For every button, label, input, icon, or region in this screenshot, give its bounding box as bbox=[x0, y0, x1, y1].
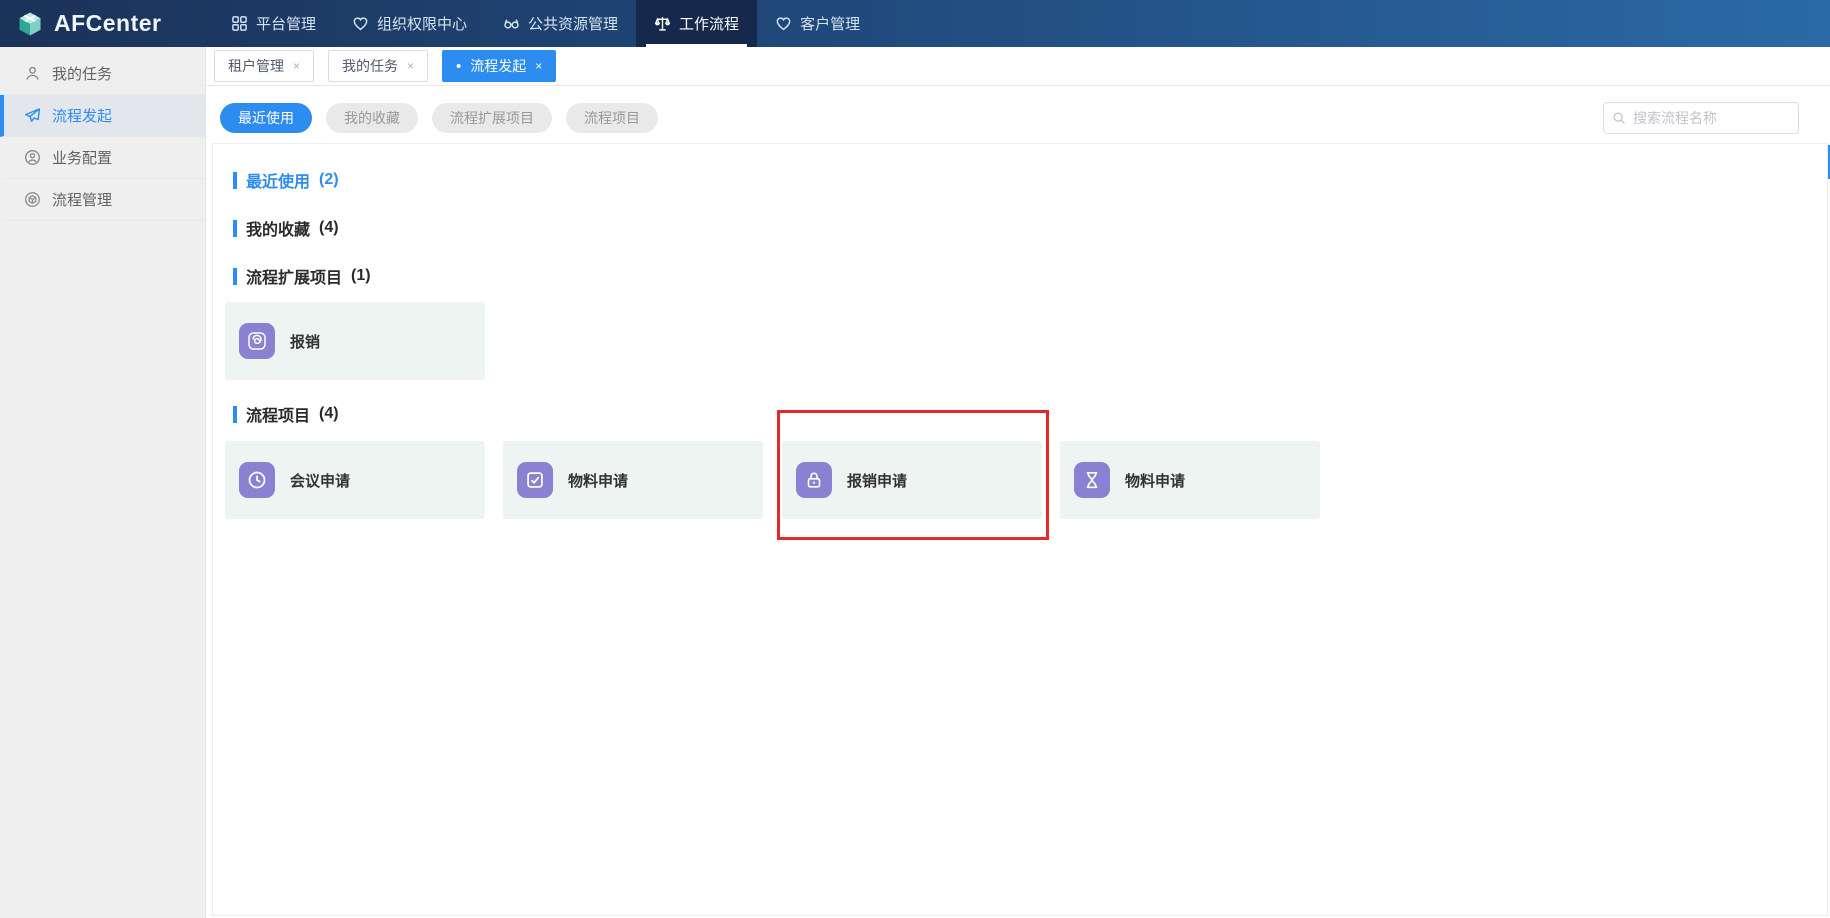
process-card-label: 会议申请 bbox=[290, 470, 350, 491]
section-header-projects: 流程项目 (4) bbox=[233, 402, 339, 426]
clock-icon bbox=[239, 462, 275, 498]
section-count: (2) bbox=[319, 171, 339, 189]
sidebar-item-process-initiate[interactable]: 流程发起 bbox=[0, 95, 205, 137]
nav-item-public-resource[interactable]: 公共资源管理 bbox=[485, 0, 636, 47]
search-box bbox=[1603, 102, 1799, 134]
sidebar: 我的任务 流程发起 业务配置 流程管理 bbox=[0, 47, 206, 918]
filter-projects[interactable]: 流程项目 bbox=[566, 103, 658, 133]
spiral-chat-icon bbox=[239, 323, 275, 359]
tab-label: 流程发起 bbox=[470, 56, 526, 76]
app-grid-icon bbox=[231, 15, 248, 32]
section-count: (4) bbox=[319, 405, 339, 423]
process-card-baoxiao[interactable]: 报销 bbox=[225, 302, 485, 380]
user-circle-icon bbox=[24, 149, 41, 166]
sidebar-item-process-manage[interactable]: 流程管理 bbox=[0, 179, 205, 221]
process-card-material-apply-2[interactable]: 物料申请 bbox=[1060, 441, 1320, 519]
nav-label: 组织权限中心 bbox=[377, 13, 467, 34]
nav-label: 平台管理 bbox=[256, 13, 316, 34]
active-dot: • bbox=[456, 59, 461, 74]
nav-label: 公共资源管理 bbox=[528, 13, 618, 34]
close-icon[interactable]: × bbox=[535, 59, 542, 73]
heart-icon bbox=[775, 15, 792, 32]
sidebar-item-label: 流程管理 bbox=[52, 189, 112, 210]
filter-label: 我的收藏 bbox=[344, 108, 400, 128]
section-count: (1) bbox=[351, 267, 371, 285]
scales-icon bbox=[654, 15, 671, 32]
tab-my-tasks[interactable]: 我的任务 × bbox=[328, 50, 428, 82]
section-count: (4) bbox=[319, 219, 339, 237]
process-card-reimburse-apply[interactable]: 报销申请 bbox=[782, 441, 1042, 519]
filter-label: 最近使用 bbox=[238, 108, 294, 128]
hourglass-icon bbox=[1074, 462, 1110, 498]
tab-label: 我的任务 bbox=[342, 56, 398, 76]
filter-recent[interactable]: 最近使用 bbox=[220, 103, 312, 133]
sidebar-item-label: 我的任务 bbox=[52, 63, 112, 84]
user-icon bbox=[24, 65, 41, 82]
section-bar bbox=[233, 406, 237, 423]
process-card-label: 报销申请 bbox=[847, 470, 907, 491]
nav-item-platform[interactable]: 平台管理 bbox=[213, 0, 334, 47]
app-logo[interactable]: AFCenter bbox=[0, 0, 195, 47]
process-card-label: 物料申请 bbox=[568, 470, 628, 491]
section-title: 流程项目 bbox=[246, 402, 310, 426]
close-icon[interactable]: × bbox=[293, 59, 300, 73]
search-icon bbox=[1612, 111, 1626, 125]
process-sections-panel: 最近使用 (2) 我的收藏 (4) 流程扩展项目 (1) 报销 流程 bbox=[212, 143, 1828, 916]
nav-item-org-permission[interactable]: 组织权限中心 bbox=[334, 0, 485, 47]
nav-item-customer[interactable]: 客户管理 bbox=[757, 0, 878, 47]
filter-label: 流程项目 bbox=[584, 108, 640, 128]
glasses-icon bbox=[503, 15, 520, 32]
process-card-label: 报销 bbox=[290, 331, 320, 352]
top-nav-menu: 平台管理 组织权限中心 公共资源管理 bbox=[213, 0, 878, 47]
process-card-label: 物料申请 bbox=[1125, 470, 1185, 491]
nav-label: 客户管理 bbox=[800, 13, 860, 34]
tab-label: 租户管理 bbox=[228, 56, 284, 76]
filter-label: 流程扩展项目 bbox=[450, 108, 534, 128]
section-header-favorites: 我的收藏 (4) bbox=[233, 216, 339, 240]
filter-favorites[interactable]: 我的收藏 bbox=[326, 103, 418, 133]
sidebar-item-label: 流程发起 bbox=[52, 105, 112, 126]
heart-icon bbox=[352, 15, 369, 32]
nav-label: 工作流程 bbox=[679, 13, 739, 34]
sidebar-item-business-config[interactable]: 业务配置 bbox=[0, 137, 205, 179]
tab-process-initiate[interactable]: • 流程发起 × bbox=[442, 50, 556, 82]
nav-item-workflow[interactable]: 工作流程 bbox=[636, 0, 757, 47]
section-bar bbox=[233, 220, 237, 237]
section-bar bbox=[233, 268, 237, 285]
main-content: 租户管理 × 我的任务 × • 流程发起 × 最近使用 我的收藏 流程扩展项目 … bbox=[206, 47, 1830, 918]
section-header-extension-projects: 流程扩展项目 (1) bbox=[233, 264, 371, 288]
app-title: AFCenter bbox=[54, 10, 162, 37]
lock-icon bbox=[796, 462, 832, 498]
section-bar bbox=[233, 172, 237, 189]
top-navbar: AFCenter 平台管理 组织权限中心 bbox=[0, 0, 1830, 47]
filter-extension-projects[interactable]: 流程扩展项目 bbox=[432, 103, 552, 133]
sidebar-item-my-tasks[interactable]: 我的任务 bbox=[0, 53, 205, 95]
filter-pills: 最近使用 我的收藏 流程扩展项目 流程项目 bbox=[220, 103, 658, 133]
search-input[interactable] bbox=[1633, 110, 1790, 126]
checklist-icon bbox=[517, 462, 553, 498]
app-logo-icon bbox=[16, 10, 44, 38]
section-title: 流程扩展项目 bbox=[246, 264, 342, 288]
section-title: 最近使用 bbox=[246, 168, 310, 192]
process-card-meeting-apply[interactable]: 会议申请 bbox=[225, 441, 485, 519]
paper-plane-icon bbox=[24, 107, 41, 124]
tab-strip: 租户管理 × 我的任务 × • 流程发起 × bbox=[206, 47, 1830, 86]
sidebar-item-label: 业务配置 bbox=[52, 147, 112, 168]
section-title: 我的收藏 bbox=[246, 216, 310, 240]
section-header-recent: 最近使用 (2) bbox=[233, 168, 339, 192]
close-icon[interactable]: × bbox=[407, 59, 414, 73]
cube-circle-icon bbox=[24, 191, 41, 208]
toolbar: 最近使用 我的收藏 流程扩展项目 流程项目 bbox=[206, 86, 1830, 143]
tab-tenant-manage[interactable]: 租户管理 × bbox=[214, 50, 314, 82]
process-card-material-apply-1[interactable]: 物料申请 bbox=[503, 441, 763, 519]
